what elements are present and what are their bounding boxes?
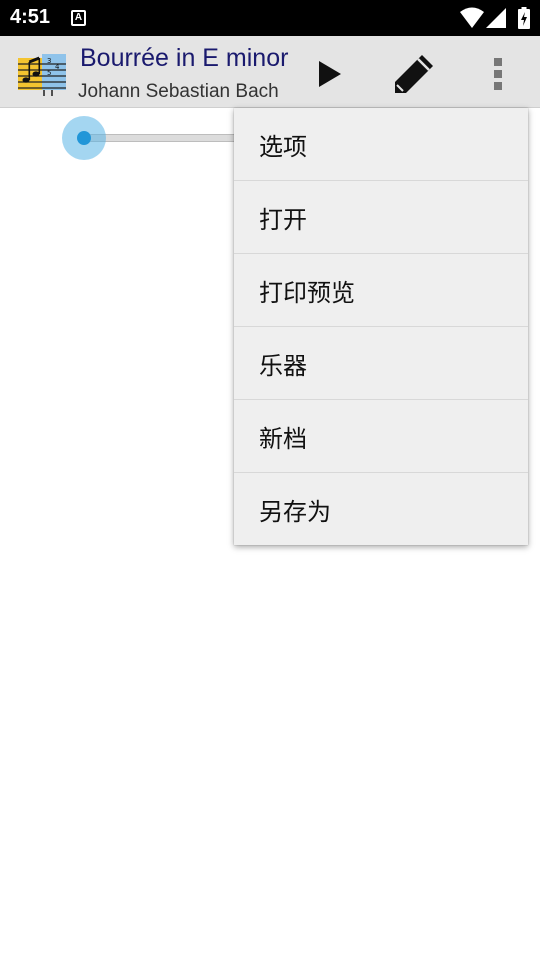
menu-item-open[interactable]: 打开 — [234, 181, 528, 254]
overflow-menu: 选项 打开 打印预览 乐器 新档 另存为 — [234, 108, 528, 545]
cellular-signal-icon — [486, 8, 506, 28]
toolbar: 3 5 4 Bourrée in E minor Johann Sebastia… — [0, 36, 540, 108]
menu-item-new-file[interactable]: 新档 — [234, 400, 528, 473]
seek-slider-thumb[interactable] — [77, 131, 91, 145]
menu-item-save-as[interactable]: 另存为 — [234, 473, 528, 546]
svg-text:4: 4 — [55, 63, 60, 71]
svg-text:3: 3 — [47, 57, 51, 65]
pencil-icon — [395, 55, 433, 93]
notification-icon: A — [71, 10, 86, 26]
svg-text:5: 5 — [47, 69, 51, 77]
song-composer: Johann Sebastian Bach — [78, 81, 279, 102]
menu-item-options[interactable]: 选项 — [234, 108, 528, 181]
menu-item-print-preview[interactable]: 打印预览 — [234, 254, 528, 327]
status-time: 4:51 — [10, 6, 51, 28]
status-bar: 4:51 A — [0, 0, 540, 36]
screen: 4:51 A 3 5 4 Bourrée in E minor Johann S… — [0, 0, 540, 960]
menu-item-instruments[interactable]: 乐器 — [234, 327, 528, 400]
play-icon — [319, 61, 341, 87]
seek-slider-track[interactable] — [84, 134, 244, 142]
more-vert-icon — [494, 58, 502, 90]
more-options-button[interactable] — [474, 50, 522, 98]
song-title: Bourrée in E minor — [80, 44, 289, 72]
music-score-icon: 3 5 4 — [18, 54, 66, 96]
battery-charging-icon — [518, 7, 530, 29]
wifi-icon — [460, 7, 484, 28]
play-button[interactable] — [306, 50, 354, 98]
edit-button[interactable] — [390, 50, 438, 98]
